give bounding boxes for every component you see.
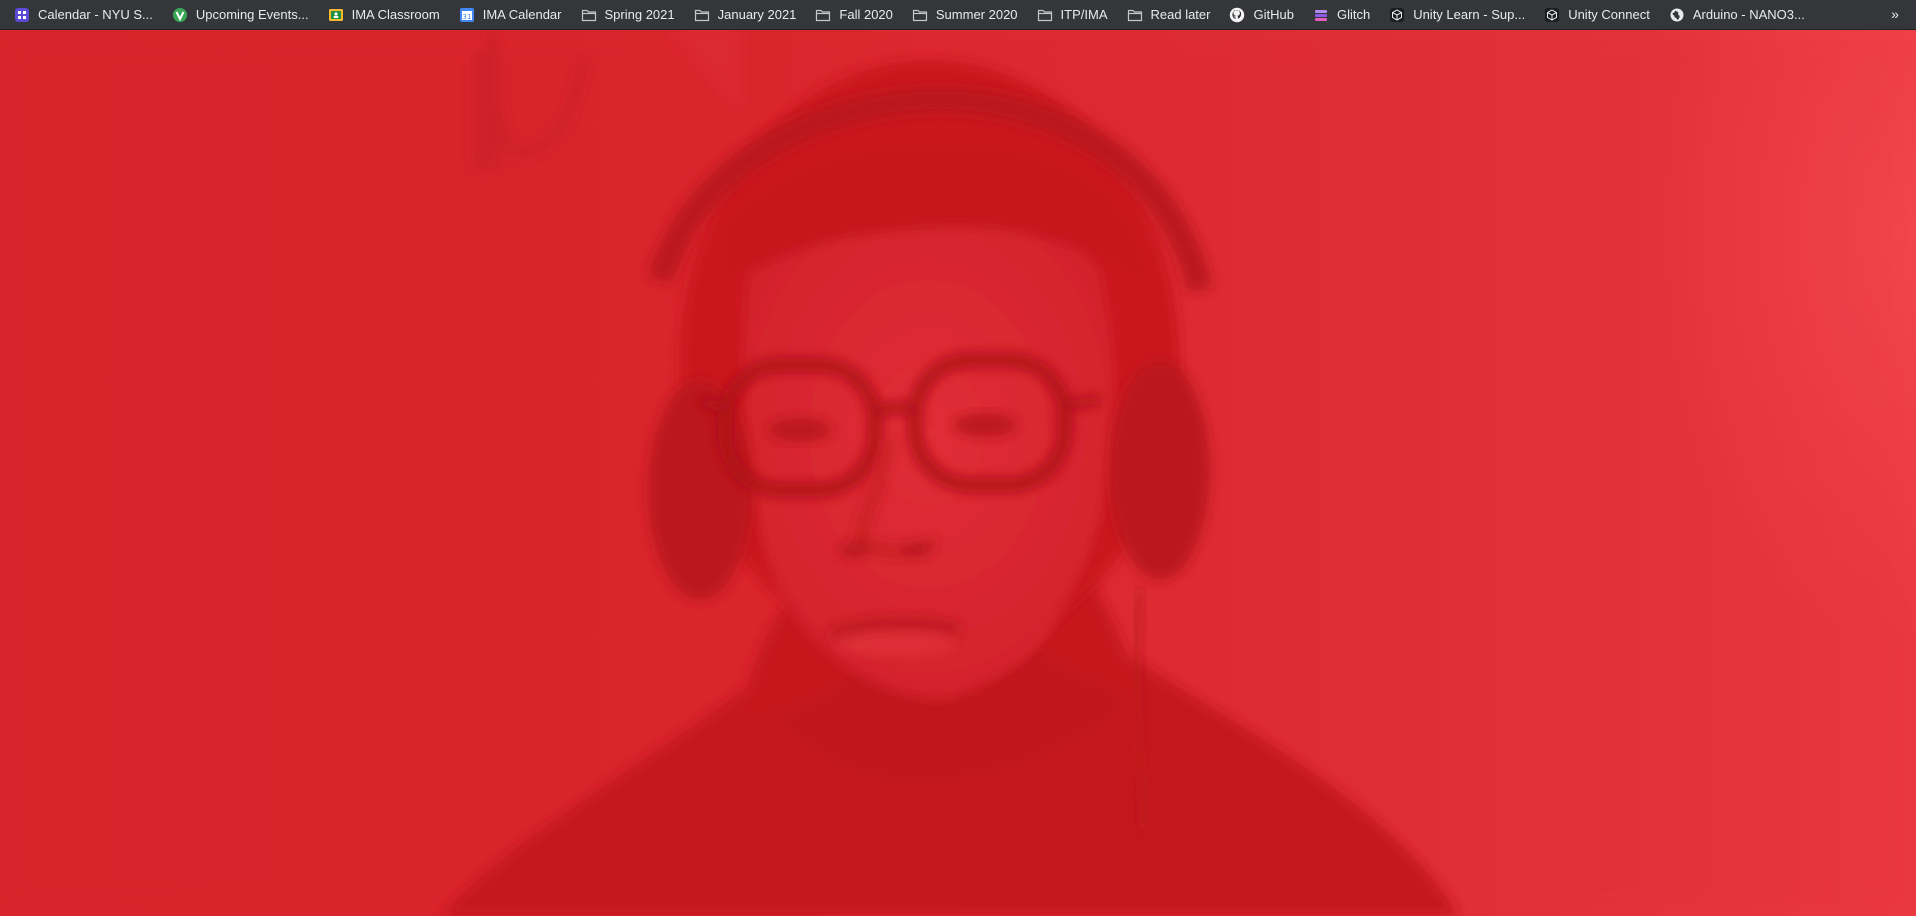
calendar-app-icon <box>14 7 30 23</box>
bookmark-label: Spring 2021 <box>604 7 675 22</box>
bookmark-unity-connect[interactable]: Unity Connect <box>1544 3 1657 27</box>
bookmark-folder-summer-2020[interactable]: Summer 2020 <box>912 3 1025 27</box>
folder-icon <box>1037 7 1053 23</box>
bookmark-label: Glitch <box>1336 7 1371 22</box>
bookmark-label: Upcoming Events... <box>195 7 309 22</box>
bookmark-label: Unity Connect <box>1568 7 1650 22</box>
bookmark-folder-fall-2020[interactable]: Fall 2020 <box>815 3 899 27</box>
bookmark-ima-classroom[interactable]: IMA Classroom <box>328 3 447 27</box>
classroom-icon <box>328 7 344 23</box>
bookmark-ima-calendar[interactable]: 31 IMA Calendar <box>459 3 569 27</box>
bookmark-label: IMA Calendar <box>482 7 562 22</box>
unity-icon <box>1389 7 1405 23</box>
bookmarks-overflow-button[interactable]: » <box>1884 3 1906 25</box>
events-app-icon <box>172 7 188 23</box>
webcam-person-image <box>0 30 1916 916</box>
bookmark-unity-learn[interactable]: Unity Learn - Sup... <box>1389 3 1532 27</box>
bookmark-label: Summer 2020 <box>935 7 1018 22</box>
glitch-icon <box>1313 7 1329 23</box>
bookmark-label: Arduino - NANO3... <box>1692 7 1805 22</box>
bookmark-label: Unity Learn - Sup... <box>1413 7 1526 22</box>
bookmarks-bar: Calendar - NYU S... Upcoming Events... I… <box>0 0 1916 30</box>
folder-icon <box>694 7 710 23</box>
bookmark-label: GitHub <box>1253 7 1294 22</box>
bookmark-label: Read later <box>1150 7 1211 22</box>
bookmark-upcoming-events[interactable]: Upcoming Events... <box>172 3 316 27</box>
bookmark-folder-read-later[interactable]: Read later <box>1127 3 1218 27</box>
folder-icon <box>1127 7 1143 23</box>
bookmark-label: ITP/IMA <box>1060 7 1108 22</box>
double-chevron-right-icon: » <box>1891 6 1899 22</box>
folder-icon <box>912 7 928 23</box>
folder-icon <box>581 7 597 23</box>
bookmark-label: January 2021 <box>717 7 797 22</box>
unity-icon <box>1544 7 1560 23</box>
bookmark-folder-itp-ima[interactable]: ITP/IMA <box>1037 3 1115 27</box>
google-calendar-icon: 31 <box>459 7 475 23</box>
bookmark-arduino-nano[interactable]: Arduino - NANO3... <box>1669 3 1812 27</box>
bookmark-github[interactable]: GitHub <box>1229 3 1300 27</box>
bookmark-label: Fall 2020 <box>839 7 893 22</box>
webcam-video-feed <box>0 30 1916 916</box>
bookmark-label: IMA Classroom <box>351 7 440 22</box>
svg-text:31: 31 <box>462 13 471 21</box>
folder-icon <box>815 7 831 23</box>
bookmark-label: Calendar - NYU S... <box>38 7 153 22</box>
bookmark-folder-spring-2021[interactable]: Spring 2021 <box>581 3 682 27</box>
globe-icon <box>1669 7 1685 23</box>
bookmark-calendar-nyu[interactable]: Calendar - NYU S... <box>14 3 160 27</box>
bookmark-folder-january-2021[interactable]: January 2021 <box>694 3 804 27</box>
bookmark-glitch[interactable]: Glitch <box>1313 3 1377 27</box>
github-icon <box>1229 7 1245 23</box>
